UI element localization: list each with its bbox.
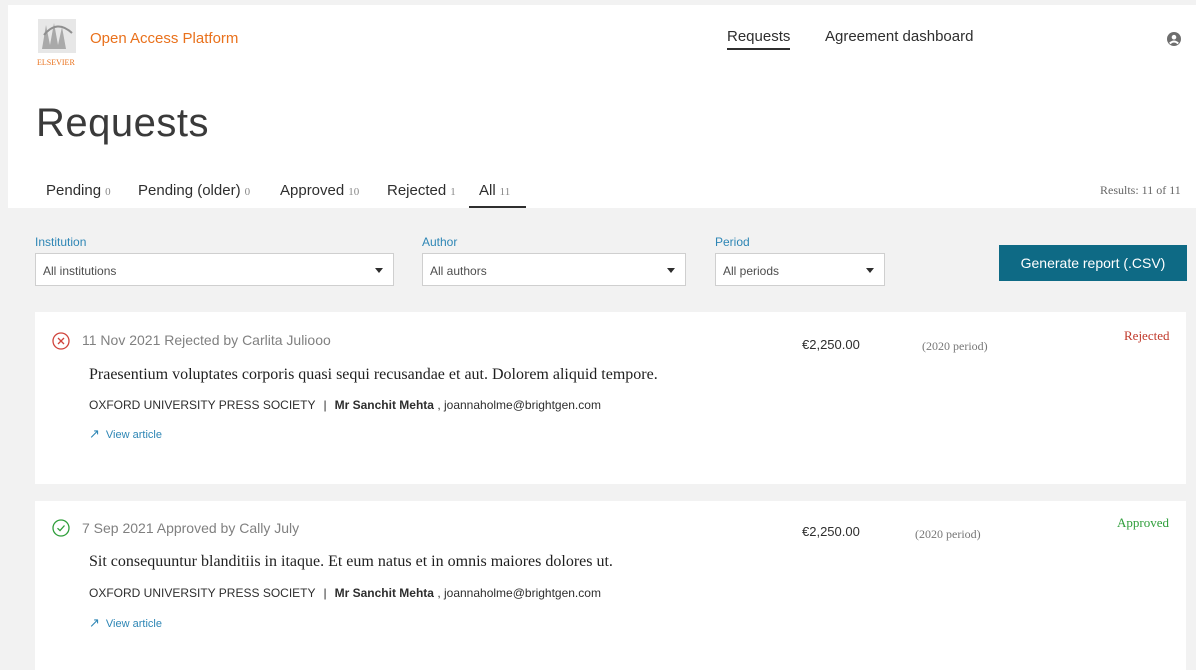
nav-agreement-dashboard[interactable]: Agreement dashboard — [825, 28, 973, 45]
status-badge: Approved — [1117, 515, 1169, 530]
author-name: Mr Sanchit Mehta — [334, 586, 434, 600]
tab-all[interactable]: All 11 — [479, 182, 510, 199]
request-details: OXFORD UNIVERSITY PRESS SOCIETY | Mr Sanch… — [89, 586, 601, 600]
brand-title[interactable]: Open Access Platform — [90, 30, 238, 47]
x-circle-icon — [52, 332, 70, 350]
tab-label: Approved — [280, 182, 345, 199]
tab-pending-older[interactable]: Pending (older) 0 — [138, 182, 250, 199]
arrow-up-right-icon: ↗ — [89, 615, 100, 630]
period-label: Period — [715, 235, 750, 249]
author-label: Author — [422, 235, 458, 249]
tab-count: 0 — [105, 186, 111, 198]
view-article-link[interactable]: ↗ View article — [89, 426, 162, 442]
author-select[interactable]: All authors — [422, 253, 686, 286]
active-tab-indicator — [469, 206, 526, 208]
tab-count: 0 — [244, 186, 251, 198]
tab-approved[interactable]: Approved 10 — [280, 182, 359, 199]
request-title: Sit consequuntur blanditiis in itaque. E… — [89, 553, 613, 570]
period-select[interactable]: All periods — [715, 253, 885, 286]
tab-label: Rejected — [387, 182, 447, 199]
tab-rejected[interactable]: Rejected 1 — [387, 182, 456, 199]
view-article-link[interactable]: ↗ View article — [89, 615, 162, 631]
request-card: 11 Nov 2021 Rejected by Carlita Juliooo … — [35, 312, 1186, 484]
chevron-down-icon — [667, 268, 675, 273]
institution-value: All institutions — [43, 264, 117, 278]
author-email: , joannaholme@brightgen.com — [437, 398, 601, 412]
tab-count: 1 — [450, 186, 456, 198]
tab-count: 11 — [499, 186, 511, 198]
publisher-name: OXFORD UNIVERSITY PRESS SOCIETY — [89, 398, 316, 412]
elsevier-logo[interactable]: ELSEVIER — [34, 15, 94, 69]
request-meta: 7 Sep 2021 Approved by Cally July — [82, 520, 300, 536]
user-icon[interactable] — [1167, 32, 1181, 46]
header-panel: ELSEVIER Open Access Platform Requests A… — [8, 5, 1196, 208]
page-title: Requests — [36, 101, 209, 145]
author-value: All authors — [430, 264, 487, 278]
tab-pending[interactable]: Pending 0 — [46, 182, 111, 199]
institution-label: Institution — [35, 235, 87, 249]
logo-wordmark: ELSEVIER — [37, 58, 75, 67]
tab-label: Pending — [46, 182, 102, 199]
period-value: All periods — [723, 264, 780, 278]
publisher-name: OXFORD UNIVERSITY PRESS SOCIETY — [89, 586, 316, 600]
chevron-down-icon — [866, 268, 874, 273]
chevron-down-icon — [375, 268, 383, 273]
tab-count: 10 — [348, 186, 360, 198]
status-badge: Rejected — [1124, 328, 1170, 343]
request-details: OXFORD UNIVERSITY PRESS SOCIETY | Mr Sanch… — [89, 398, 601, 412]
tab-label: Pending (older) — [138, 182, 241, 199]
request-price: €2,250.00 — [802, 337, 860, 352]
view-article-label: View article — [105, 618, 162, 630]
author-name: Mr Sanchit Mehta — [334, 398, 434, 412]
arrow-up-right-icon: ↗ — [89, 426, 100, 441]
view-article-label: View article — [105, 429, 162, 441]
request-period: (2020 period) — [922, 339, 988, 353]
check-circle-icon — [52, 519, 70, 537]
separator: | — [323, 398, 327, 412]
request-card: 7 Sep 2021 Approved by Cally July €2,250… — [35, 501, 1186, 670]
request-period: (2020 period) — [915, 527, 981, 541]
nav-requests[interactable]: Requests — [727, 28, 790, 45]
institution-select[interactable]: All institutions — [35, 253, 394, 286]
results-count: Results: 11 of 11 — [1100, 183, 1181, 197]
author-email: , joannaholme@brightgen.com — [437, 586, 601, 600]
separator: | — [323, 586, 327, 600]
generate-report-button[interactable]: Generate report (.CSV) — [999, 245, 1187, 281]
request-price: €2,250.00 — [802, 524, 860, 539]
request-meta: 11 Nov 2021 Rejected by Carlita Juliooo — [82, 332, 331, 348]
tab-label: All — [479, 182, 496, 199]
nav-requests-underline — [727, 48, 790, 50]
request-title: Praesentium voluptates corporis quasi se… — [89, 366, 658, 383]
